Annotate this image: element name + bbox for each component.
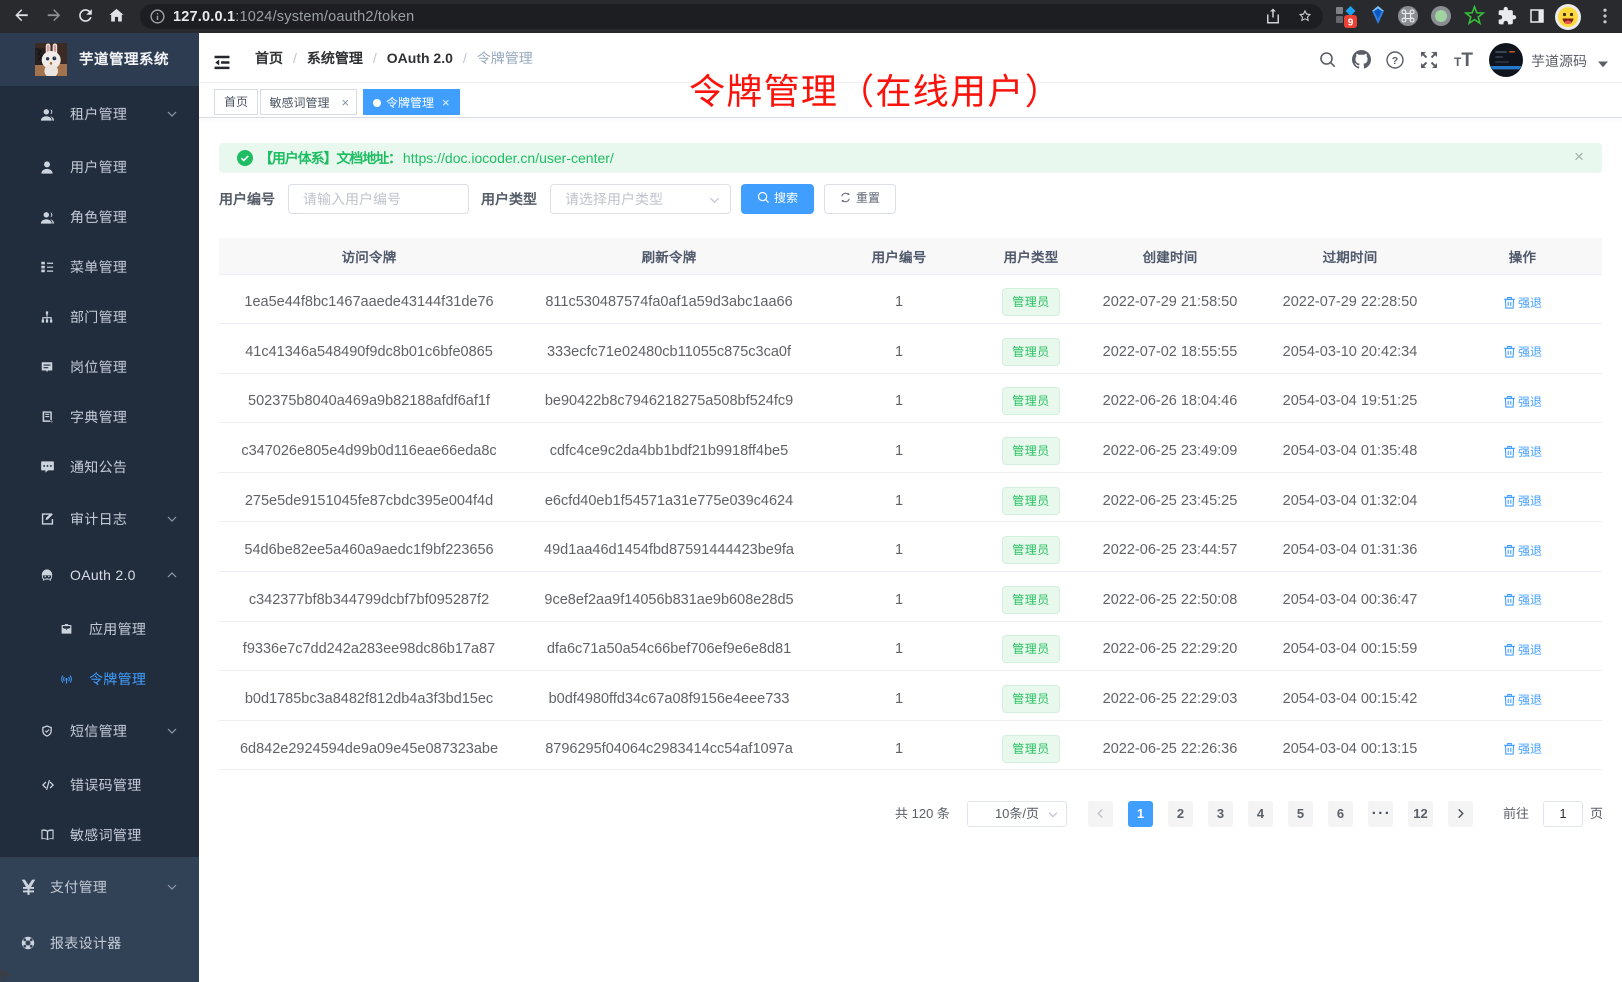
- svg-text:9: 9: [1348, 18, 1354, 29]
- svg-text:?: ?: [1392, 55, 1398, 67]
